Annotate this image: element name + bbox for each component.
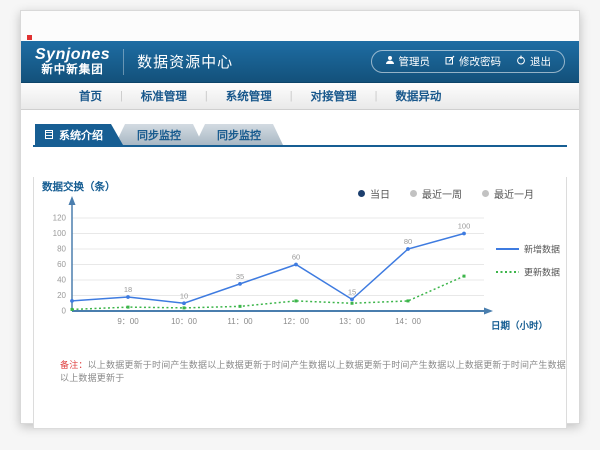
legend-label: 新增数据 [524, 244, 560, 255]
radio-selected-icon [358, 190, 365, 197]
time-range-filters: 当日 最近一周 最近一月 [358, 186, 534, 201]
nav-separator: | [120, 90, 123, 102]
nav-separator: | [375, 90, 378, 102]
data-point-label: 60 [292, 253, 300, 262]
nav-item-standard-mgmt[interactable]: 标准管理 [141, 88, 187, 104]
nav-item-system-mgmt[interactable]: 系统管理 [226, 88, 272, 104]
nav-item-data-change[interactable]: 数据异动 [395, 88, 441, 104]
data-point [127, 306, 130, 309]
power-icon [516, 55, 526, 68]
brand-logo: Synjones 新中新集团 [35, 47, 110, 76]
data-point [239, 305, 242, 308]
app-header: Synjones 新中新集团 数据资源中心 管理员 修改密码 退出 [21, 41, 579, 83]
tab-bar: 系统介绍 同步监控 同步监控 [35, 124, 567, 145]
tab-underline [33, 145, 567, 147]
nav-item-interface-mgmt[interactable]: 对接管理 [311, 88, 357, 104]
x-tick-label: 12：00 [283, 317, 309, 326]
data-point [182, 301, 186, 305]
nav-item-home[interactable]: 首页 [79, 88, 102, 104]
filter-last-week-label: 最近一周 [422, 186, 462, 201]
x-axis-title: 日期（小时） [491, 320, 548, 332]
change-password-label: 修改密码 [459, 54, 501, 69]
filter-last-week[interactable]: 最近一周 [410, 186, 462, 201]
chart-panel: 当日 最近一周 最近一月 数据交换（条） 0 20 40 60 80 100 120 9：00 1… [33, 177, 567, 429]
logout-label: 退出 [530, 54, 551, 69]
tab-sync-monitor-2-label: 同步监控 [217, 127, 261, 143]
user-menu: 管理员 修改密码 退出 [371, 50, 566, 73]
y-tick-label: 100 [53, 229, 67, 238]
data-exchange-chart: 数据交换（条） 0 20 40 60 80 100 120 9：00 10：00 11：00 12：0… [38, 177, 566, 340]
data-point [406, 247, 410, 251]
app-window: Synjones 新中新集团 数据资源中心 管理员 修改密码 退出 首页 | 标… [20, 10, 580, 424]
y-tick-label: 20 [57, 291, 66, 300]
y-tick-label: 0 [62, 307, 67, 316]
filter-today[interactable]: 当日 [358, 186, 390, 201]
user-menu-admin[interactable]: 管理员 [385, 54, 431, 69]
legend-label: 更新数据 [524, 267, 560, 278]
footnote-body: 以上数据更新于时间产生数据以上数据更新于时间产生数据以上数据更新于时间产生数据以… [60, 360, 566, 383]
logout-button[interactable]: 退出 [516, 54, 551, 69]
y-axis-arrow [69, 196, 76, 205]
nav-separator: | [205, 90, 208, 102]
data-point [70, 299, 74, 303]
page-title: 数据资源中心 [137, 51, 233, 72]
user-menu-admin-label: 管理员 [399, 54, 431, 69]
tab-system-intro-label: 系统介绍 [59, 127, 103, 143]
data-point-label: 35 [236, 272, 244, 281]
filter-today-label: 当日 [370, 186, 390, 201]
data-point [350, 297, 354, 301]
footnote: 备注：以上数据更新于时间产生数据以上数据更新于时间产生数据以上数据更新于时间产生… [34, 358, 566, 384]
x-axis-arrow [484, 308, 493, 315]
x-tick-label: 9：00 [117, 317, 139, 326]
filter-last-month[interactable]: 最近一月 [482, 186, 534, 201]
x-tick-label: 11：00 [227, 317, 253, 326]
data-point-label: 18 [124, 285, 132, 294]
nav-separator: | [290, 90, 293, 102]
footnote-prefix: 备注： [60, 360, 88, 370]
y-tick-label: 40 [57, 276, 66, 285]
data-point [407, 299, 410, 302]
data-point [294, 263, 298, 267]
x-tick-label: 10：00 [171, 317, 197, 326]
data-point-label: 15 [348, 287, 356, 296]
data-point [126, 295, 130, 299]
data-point [462, 232, 466, 236]
header-divider [123, 49, 124, 75]
main-nav: 首页 | 标准管理 | 系统管理 | 对接管理 | 数据异动 [21, 83, 579, 110]
main-content: 系统介绍 同步监控 同步监控 当日 最近一周 [21, 110, 579, 429]
tab-sync-monitor-1-label: 同步监控 [137, 127, 181, 143]
data-point [71, 308, 74, 311]
logo-company-text: 新中新集团 [35, 64, 110, 76]
y-tick-label: 120 [53, 214, 67, 223]
filter-last-month-label: 最近一月 [494, 186, 534, 201]
data-point [183, 306, 186, 309]
y-tick-label: 80 [57, 245, 66, 254]
x-tick-label: 13：00 [339, 317, 365, 326]
change-password-button[interactable]: 修改密码 [445, 54, 501, 69]
tab-sync-monitor-1[interactable]: 同步监控 [115, 124, 203, 145]
data-point [238, 282, 242, 286]
window-chrome [21, 11, 579, 41]
radio-icon [482, 190, 489, 197]
y-tick-label: 60 [57, 260, 66, 269]
tab-system-intro[interactable]: 系统介绍 [35, 124, 123, 145]
data-point [463, 275, 466, 278]
data-point-label: 80 [404, 237, 412, 246]
x-tick-label: 14：00 [395, 317, 421, 326]
chart-title: 数据交换（条） [41, 180, 116, 193]
tab-sync-monitor-2[interactable]: 同步监控 [195, 124, 283, 145]
logo-brand-text: Synjones [35, 47, 110, 64]
data-point-label: 100 [458, 222, 471, 231]
red-accent-dot [27, 35, 32, 40]
data-point [295, 299, 298, 302]
document-icon [45, 130, 53, 139]
edit-icon [445, 55, 455, 68]
radio-icon [410, 190, 417, 197]
data-point [351, 302, 354, 305]
data-point-label: 10 [180, 291, 188, 300]
user-icon [385, 55, 395, 68]
